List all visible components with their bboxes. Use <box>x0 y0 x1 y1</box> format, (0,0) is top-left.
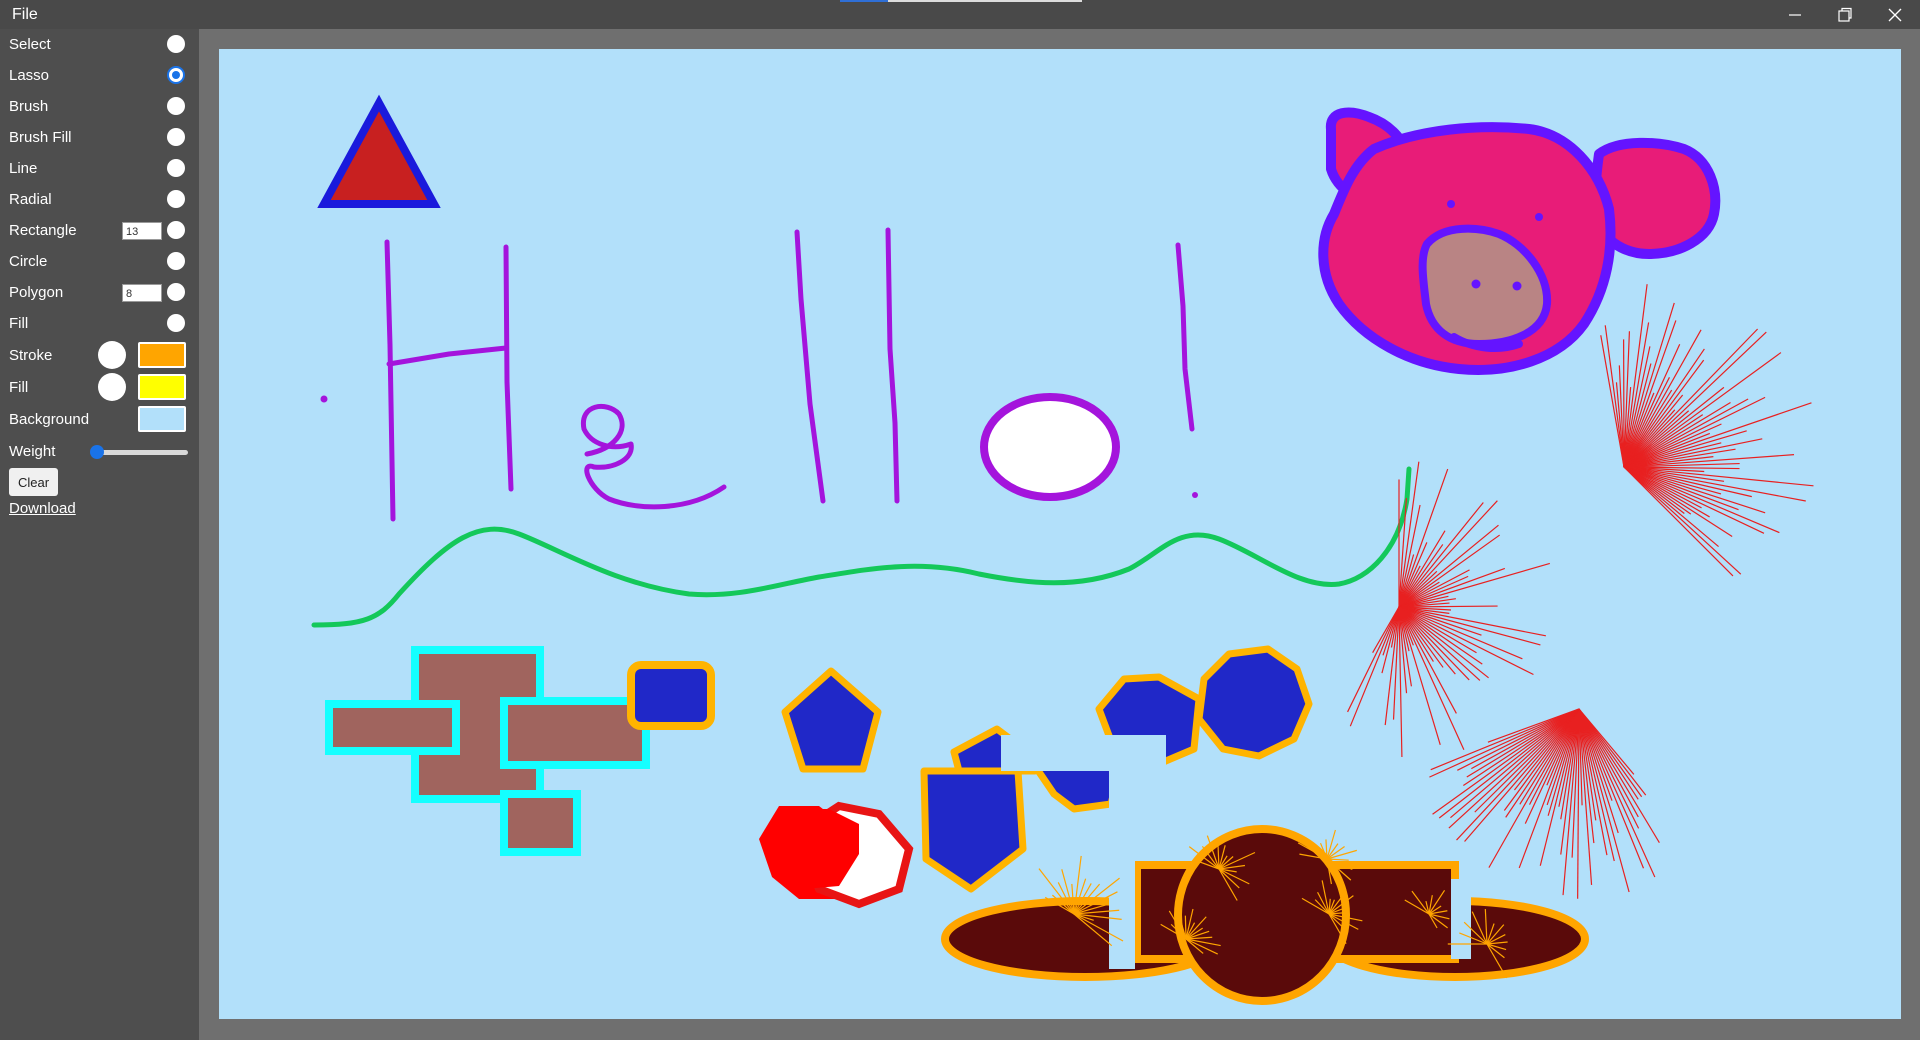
fill-color-swatch[interactable] <box>138 374 186 400</box>
fill-toggle[interactable] <box>98 373 126 401</box>
tool-circle-label: Circle <box>9 253 48 270</box>
tool-line-radio[interactable] <box>167 159 185 177</box>
polygon-sides-input[interactable]: 8 <box>122 284 162 302</box>
tool-select-label: Select <box>9 36 51 53</box>
tool-fill-radio[interactable] <box>167 314 185 332</box>
restore-icon[interactable] <box>1820 0 1870 29</box>
title-bar: File <box>0 0 1920 29</box>
tool-select-radio[interactable] <box>167 35 185 53</box>
clear-button[interactable]: Clear <box>9 468 58 496</box>
weight-label: Weight <box>9 443 56 460</box>
minimize-icon[interactable] <box>1770 0 1820 29</box>
tool-brush-fill-radio[interactable] <box>167 128 185 146</box>
close-icon[interactable] <box>1870 0 1920 29</box>
tool-brush-label: Brush <box>9 98 49 115</box>
tool-polygon-label: Polygon <box>9 284 64 301</box>
weight-slider[interactable] <box>94 450 188 455</box>
tool-circle-radio[interactable] <box>167 252 185 270</box>
tool-fill-label: Fill <box>9 315 29 332</box>
tool-rectangle-radio[interactable] <box>167 221 185 239</box>
tool-rectangle-label: Rectangle <box>9 222 77 239</box>
background-label: Background <box>9 411 90 428</box>
tab-indicator <box>888 0 1082 2</box>
tool-radial-label: Radial <box>9 191 52 208</box>
download-link[interactable]: Download <box>9 500 76 517</box>
rectangle-size-input[interactable]: 13 <box>122 222 162 240</box>
tool-brush-fill-label: Brush Fill <box>9 129 72 146</box>
drawing-canvas[interactable] <box>219 49 1901 1019</box>
stroke-color-swatch[interactable] <box>138 342 186 368</box>
tool-polygon-radio[interactable] <box>167 283 185 301</box>
stroke-label: Stroke <box>9 347 53 364</box>
file-menu[interactable]: File <box>12 6 38 24</box>
tool-line-label: Line <box>9 160 38 177</box>
tool-lasso-radio[interactable] <box>167 66 185 84</box>
tool-sidebar <box>0 29 199 1040</box>
stroke-toggle[interactable] <box>98 341 126 369</box>
weight-slider-thumb[interactable] <box>90 445 104 459</box>
tab-indicator-active <box>840 0 888 2</box>
background-color-swatch[interactable] <box>138 406 186 432</box>
tool-brush-radio[interactable] <box>167 97 185 115</box>
tool-lasso-label: Lasso <box>9 67 50 84</box>
tool-radial-radio[interactable] <box>167 190 185 208</box>
fill-color-label: Fill <box>9 379 29 396</box>
